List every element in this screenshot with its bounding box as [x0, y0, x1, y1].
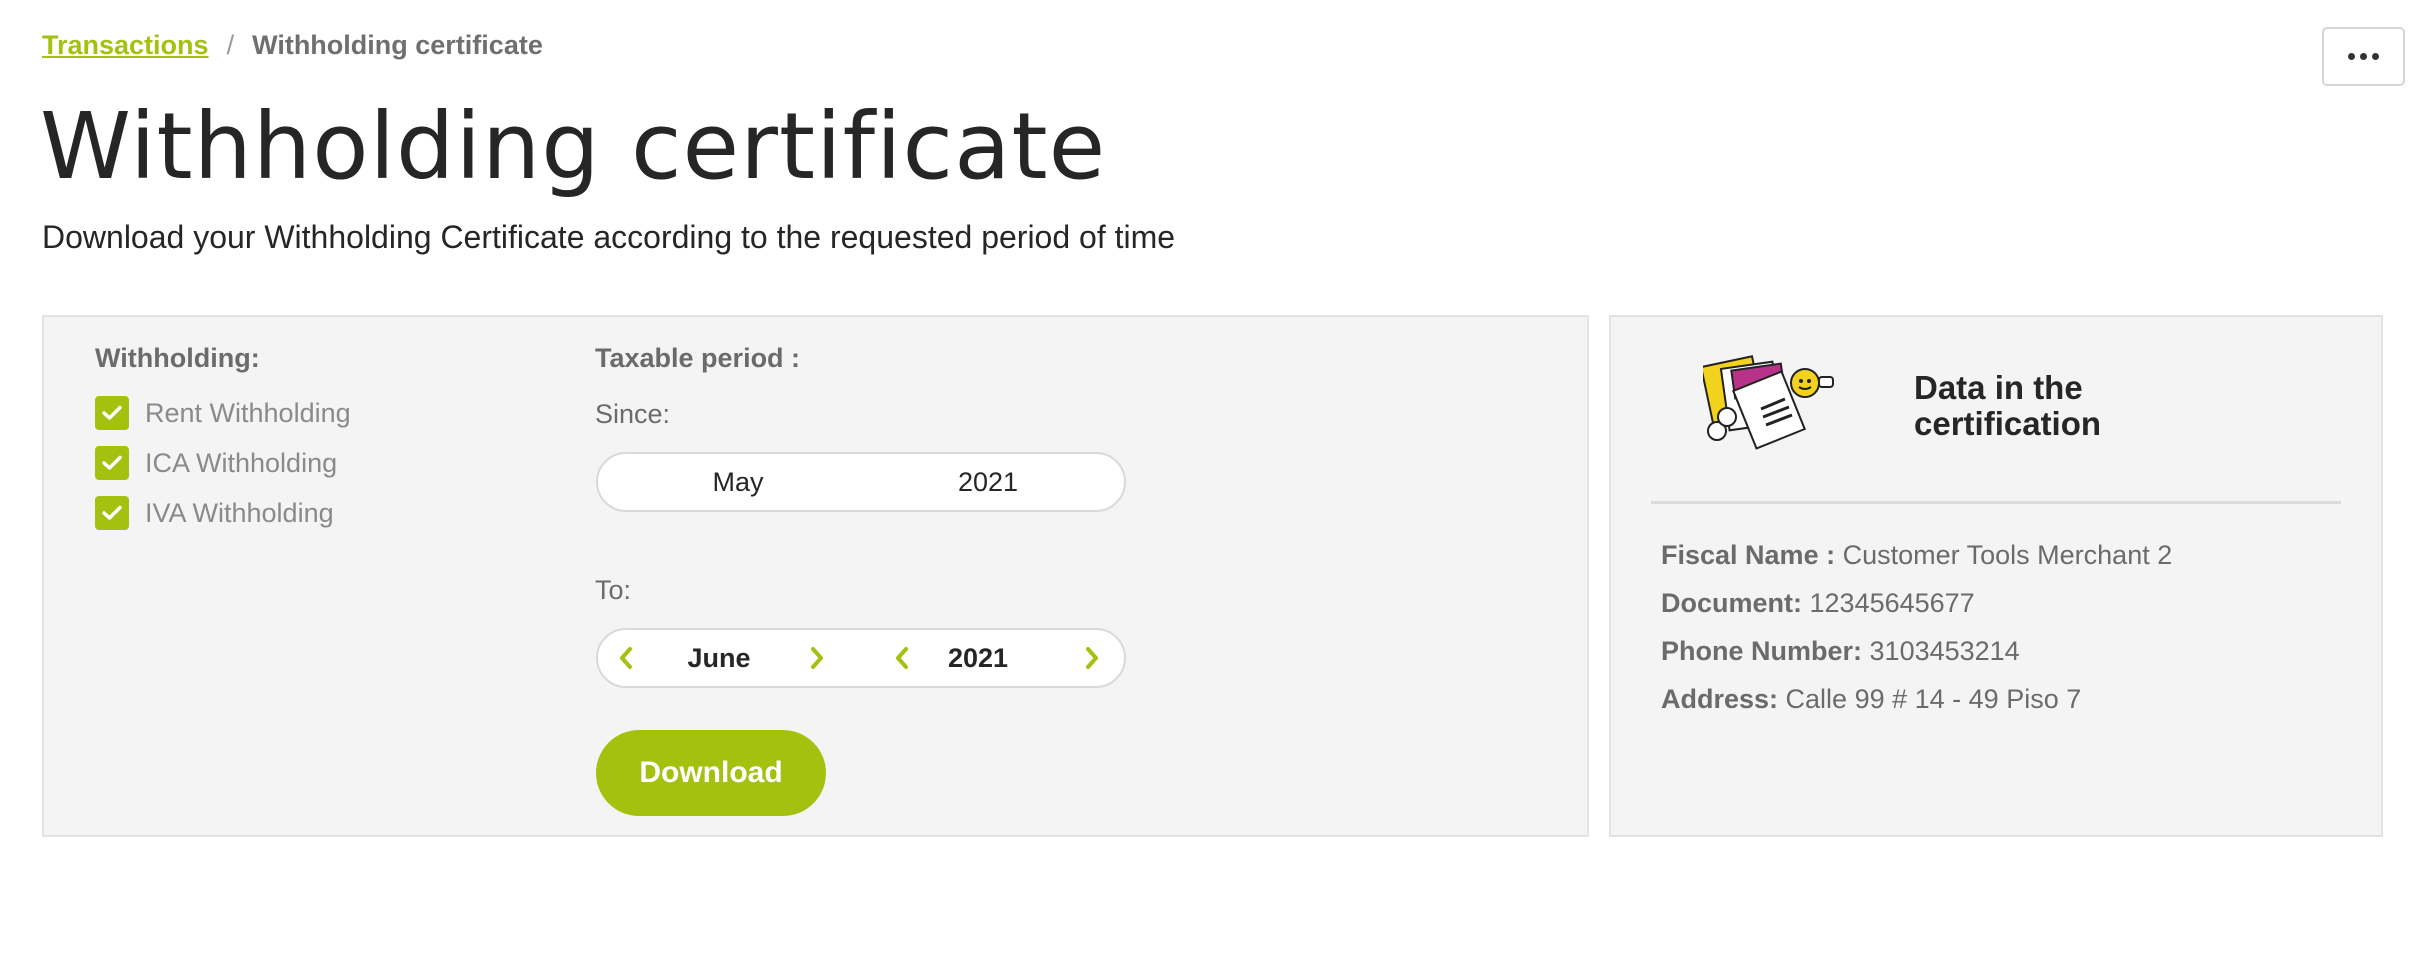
- documents-illustration: [1703, 355, 1834, 450]
- address-row: Address: Calle 99 # 14 - 49 Piso 7: [1661, 684, 2081, 715]
- since-label: Since:: [595, 399, 671, 429]
- phone-number-value: 3103453214: [1869, 636, 2020, 666]
- check-icon[interactable]: [95, 446, 129, 480]
- iva-withholding-label: IVA Withholding: [145, 497, 334, 528]
- chevron-left-icon[interactable]: [888, 644, 916, 672]
- withholding-label: Withholding:: [95, 343, 260, 373]
- certification-panel: Data in the certification Fiscal Name : …: [1609, 315, 2383, 837]
- to-year: 2021: [947, 643, 1009, 673]
- taxable-period-label: Taxable period :: [595, 343, 801, 373]
- ica-withholding-checkbox[interactable]: ICA Withholding: [95, 446, 337, 480]
- chevron-right-icon[interactable]: [803, 644, 831, 672]
- iva-withholding-checkbox[interactable]: IVA Withholding: [95, 496, 334, 530]
- rent-withholding-checkbox[interactable]: Rent Withholding: [95, 396, 351, 430]
- check-icon[interactable]: [95, 496, 129, 530]
- since-year[interactable]: 2021: [938, 454, 1038, 510]
- breadcrumb: Transactions / Withholding certificate: [42, 30, 543, 61]
- certification-title-line1: Data in the: [1914, 369, 2083, 406]
- breadcrumb-separator: /: [226, 30, 235, 60]
- to-month: June: [687, 643, 751, 673]
- breadcrumb-current: Withholding certificate: [252, 30, 543, 60]
- page-subtitle: Download your Withholding Certificate ac…: [42, 219, 1176, 255]
- to-label: To:: [595, 575, 632, 605]
- document-key: Document:: [1661, 588, 1802, 618]
- more-options-icon-dot: [2360, 53, 2367, 60]
- fiscal-name-value: Customer Tools Merchant 2: [1842, 540, 2173, 570]
- check-icon[interactable]: [95, 396, 129, 430]
- chevron-left-icon[interactable]: [612, 644, 640, 672]
- since-period-selector[interactable]: May 2021: [596, 452, 1126, 512]
- divider: [1651, 501, 2341, 504]
- filter-panel: Withholding: Rent Withholding ICA Withho…: [42, 315, 1589, 837]
- address-value: Calle 99 # 14 - 49 Piso 7: [1785, 684, 2082, 714]
- document-value: 12345645677: [1809, 588, 1975, 618]
- download-button[interactable]: Download: [596, 730, 826, 816]
- chevron-right-icon[interactable]: [1078, 644, 1106, 672]
- phone-number-row: Phone Number: 3103453214: [1661, 636, 2020, 667]
- certification-title-line2: certification: [1914, 405, 2102, 443]
- fiscal-name-row: Fiscal Name : Customer Tools Merchant 2: [1661, 540, 2172, 571]
- more-options-icon: [2348, 53, 2355, 60]
- ica-withholding-label: ICA Withholding: [145, 447, 338, 478]
- fiscal-name-key: Fiscal Name :: [1661, 540, 1836, 570]
- since-month[interactable]: May: [688, 454, 788, 510]
- breadcrumb-link-transactions[interactable]: Transactions: [42, 30, 209, 61]
- certification-title: Data in the certification: [1914, 369, 2174, 443]
- more-options-button[interactable]: [2322, 27, 2405, 86]
- phone-number-key: Phone Number:: [1661, 636, 1863, 666]
- rent-withholding-label: Rent Withholding: [145, 397, 351, 428]
- document-row: Document: 12345645677: [1661, 588, 1975, 619]
- to-period-selector: June 2021: [596, 628, 1126, 688]
- address-key: Address:: [1661, 684, 1779, 714]
- page-title: Withholding certificate: [40, 93, 1107, 200]
- more-options-icon-dot: [2372, 53, 2379, 60]
